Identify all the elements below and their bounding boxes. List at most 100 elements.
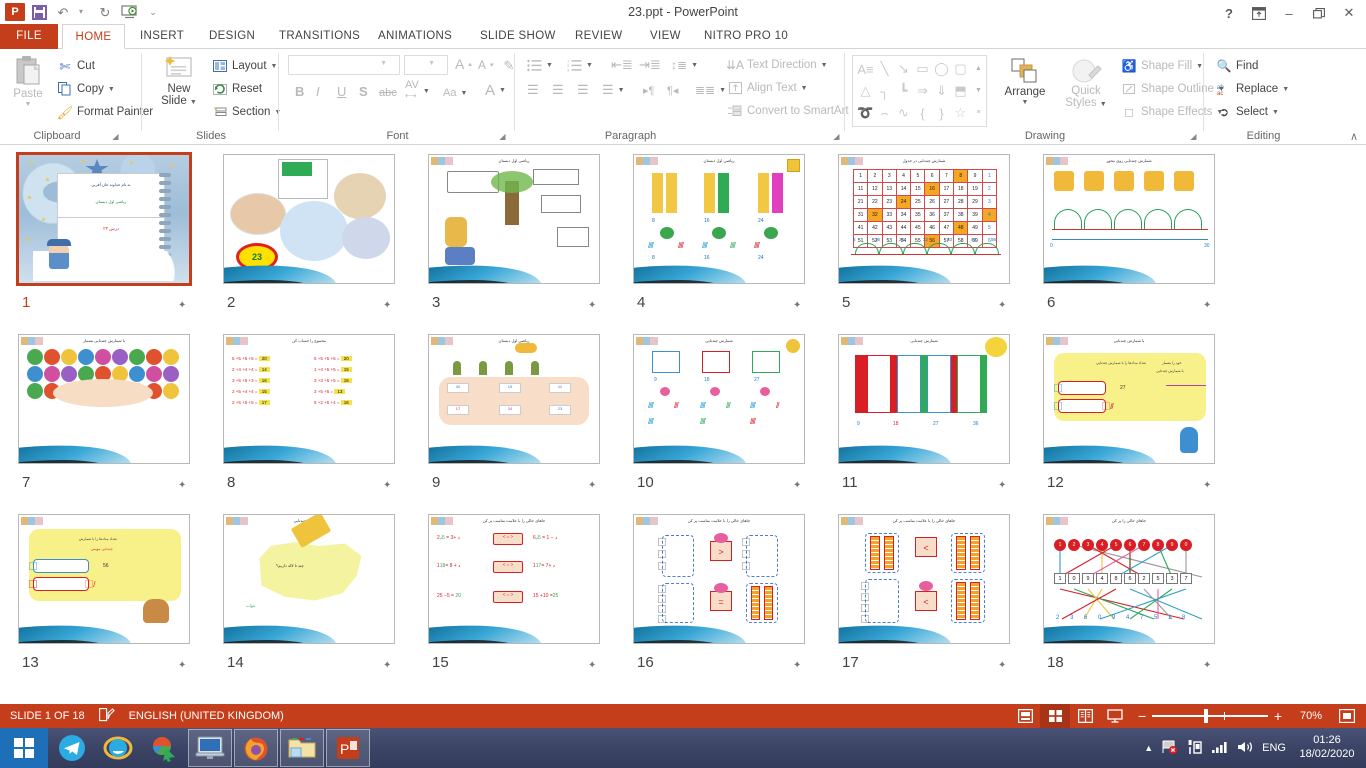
powerpoint-taskbar-icon[interactable]: P	[326, 729, 370, 767]
start-slideshow-icon[interactable]	[118, 2, 140, 22]
zoom-track[interactable]	[1152, 715, 1268, 717]
increase-font-size-button[interactable]: A▴	[452, 53, 475, 75]
paragraph-dialog-launcher[interactable]: ◢	[832, 132, 841, 141]
layout-button[interactable]: Layout ▼	[209, 55, 280, 77]
remote-desktop-icon[interactable]	[188, 729, 232, 767]
shape-right-brace-icon[interactable]: }	[932, 102, 951, 124]
start-button[interactable]	[0, 728, 48, 768]
shape-arrow-icon[interactable]: ↘	[894, 58, 913, 80]
reset-button[interactable]: Reset	[209, 78, 265, 100]
slide-thumbnail-6-image[interactable]: شمارش چندتایی روی محور	[1043, 154, 1215, 284]
quick-styles-button[interactable]: Quick Styles ▼	[1058, 57, 1114, 109]
bold-button[interactable]: B	[292, 80, 307, 102]
rtl-direction-button[interactable]: ¶◂	[664, 79, 681, 101]
tab-view[interactable]: VIEW	[640, 24, 691, 49]
zoom-handle[interactable]	[1204, 709, 1208, 723]
shapes-more-icon[interactable]: ≡	[972, 101, 985, 123]
slide-thumbnail-1-image[interactable]: به نام خداوند جان آفرین ریاضی اول دبستان…	[16, 152, 192, 286]
ltr-direction-button[interactable]: ▸¶	[640, 79, 657, 101]
tab-transitions[interactable]: TRANSITIONS	[269, 24, 370, 49]
slide-thumbnail-2[interactable]: 23 2 ✦	[223, 154, 428, 332]
tab-slide-show[interactable]: SLIDE SHOW	[470, 24, 566, 49]
redo-icon[interactable]: ↻	[94, 2, 116, 22]
character-spacing-button[interactable]: AV⟷ ▼	[402, 80, 433, 102]
slide-thumbnail-2-image[interactable]: 23	[223, 154, 395, 284]
decrease-font-size-button[interactable]: A▾	[475, 54, 497, 76]
animation-star-icon-16[interactable]: ✦	[793, 660, 801, 671]
animation-star-icon-13[interactable]: ✦	[178, 660, 186, 671]
tab-home[interactable]: HOME	[62, 24, 125, 49]
restore-button[interactable]	[1304, 1, 1334, 25]
shape-line-icon[interactable]: ╲	[875, 58, 894, 80]
shape-textbox-icon[interactable]: A≡	[856, 58, 875, 80]
animation-star-icon-9[interactable]: ✦	[588, 480, 596, 491]
animation-star-icon-8[interactable]: ✦	[383, 480, 391, 491]
network-flag-icon[interactable]	[1161, 739, 1179, 758]
slide-thumbnail-18-image[interactable]: جاهای خالی را پر کن	[1043, 514, 1215, 644]
show-hidden-icons-button[interactable]: ▲	[1144, 743, 1153, 753]
shape-curve-icon[interactable]: ∿	[894, 102, 913, 124]
zoom-out-button[interactable]: −	[1138, 708, 1146, 724]
font-color-button[interactable]: A▼	[482, 79, 509, 101]
slideshow-view-button[interactable]	[1100, 704, 1130, 728]
shape-elbow-connector-icon[interactable]: ┐	[875, 80, 894, 102]
slide-thumbnail-8[interactable]: مجموع را حساب کن 5 +5 +5 +5 = 20 2 +4 +4…	[223, 334, 428, 512]
animation-star-icon-17[interactable]: ✦	[998, 660, 1006, 671]
copy-button[interactable]: Copy ▼	[54, 78, 118, 100]
ribbon-display-options-button[interactable]	[1244, 1, 1274, 25]
animation-star-icon-4[interactable]: ✦	[793, 300, 801, 311]
slide-thumbnail-17-image[interactable]: جاهای خالی را با علامت مناسب پر کن < ⃞⃞⃞…	[838, 514, 1010, 644]
fit-slide-icon[interactable]	[1332, 704, 1362, 728]
signal-icon[interactable]	[1211, 740, 1229, 757]
shape-left-brace-icon[interactable]: {	[913, 102, 932, 124]
slide-thumbnail-5-image[interactable]: شمارش چندتایی در جدول 1234567891 1112131…	[838, 154, 1010, 284]
animation-star-icon-1[interactable]: ✦	[178, 300, 186, 311]
align-left-button[interactable]: ☰	[524, 79, 542, 101]
slide-thumbnail-13-image[interactable]: تعداد مدادها را با شمارش چندتایی بنویس ⃞…	[18, 514, 190, 644]
animation-star-icon-2[interactable]: ✦	[383, 300, 391, 311]
find-button[interactable]: 🔍 Find	[1213, 55, 1261, 77]
copy-dropdown-icon[interactable]: ▼	[108, 86, 115, 93]
close-button[interactable]: ✕	[1334, 1, 1364, 25]
font-name-input[interactable]: ▼	[288, 55, 400, 75]
italic-button[interactable]: I	[313, 80, 323, 102]
shape-fill-button[interactable]: ♿ Shape Fill▼	[1118, 55, 1206, 77]
shape-arc-icon[interactable]: ⌢	[875, 102, 894, 124]
slide-thumbnail-9[interactable]: ریاضی اول دبستان 40 19 11 17 34 23 9	[428, 334, 633, 512]
slide-sorter-view-button[interactable]	[1040, 704, 1070, 728]
slide-thumbnail-15-image[interactable]: جاهای خالی را با علامت مناسب پر کن 2د +3…	[428, 514, 600, 644]
clipboard-dialog-launcher[interactable]: ◢	[111, 132, 120, 141]
increase-indent-button[interactable]: ⇥≣	[636, 54, 664, 76]
underline-button[interactable]: U	[334, 80, 349, 102]
customize-quick-access-icon[interactable]: ⌄	[142, 2, 164, 22]
collapse-ribbon-button[interactable]: ∧	[1350, 130, 1358, 143]
new-slide-button[interactable]: New Slide ▼	[153, 55, 205, 107]
section-button[interactable]: Section ▼	[209, 101, 284, 123]
reading-view-button[interactable]	[1070, 704, 1100, 728]
slide-thumbnail-18[interactable]: جاهای خالی را پر کن	[1043, 514, 1248, 692]
replace-button[interactable]: abac Replace▼	[1213, 78, 1292, 100]
zoom-level-label[interactable]: 70%	[1290, 710, 1332, 722]
slide-thumbnail-12[interactable]: با شمارش چندتایی تعداد مدادها را با شمار…	[1043, 334, 1248, 512]
slide-thumbnail-11-image[interactable]: شمارش چندتایی 9 18 2	[838, 334, 1010, 464]
slide-thumbnail-6[interactable]: شمارش چندتایی روی محور	[1043, 154, 1248, 332]
select-button[interactable]: ➲ Select▼	[1213, 101, 1282, 123]
zoom-in-button[interactable]: +	[1274, 708, 1282, 724]
animation-star-icon-7[interactable]: ✦	[178, 480, 186, 491]
animation-star-icon-3[interactable]: ✦	[588, 300, 596, 311]
shapes-scrollbar[interactable]: ▲ ▼ ≡	[972, 57, 985, 125]
slide-thumbnail-3[interactable]: ریاضی اول دبستان 3 ✦	[428, 154, 633, 332]
internet-explorer-icon[interactable]	[96, 729, 140, 767]
slide-thumbnail-14-image[interactable]: با شمارش چندتایی چند تا لاله داریم؟ جواب	[223, 514, 395, 644]
slide-thumbnail-15[interactable]: جاهای خالی را با علامت مناسب پر کن 2د +3…	[428, 514, 633, 692]
align-text-button[interactable]: Align Text▼	[724, 77, 811, 99]
bullets-button[interactable]: ▼	[524, 54, 556, 76]
numbering-button[interactable]: 123 ▼	[564, 54, 596, 76]
animation-star-icon-18[interactable]: ✦	[1203, 660, 1211, 671]
tab-animations[interactable]: ANIMATIONS	[368, 24, 462, 49]
slide-thumbnail-5[interactable]: شمارش چندتایی در جدول 1234567891 1112131…	[838, 154, 1043, 332]
slide-thumbnail-11[interactable]: شمارش چندتایی 9 18 2	[838, 334, 1043, 512]
action-center-icon[interactable]	[1187, 739, 1203, 758]
clock[interactable]: 01:26 18/02/2020	[1294, 734, 1360, 762]
animation-star-icon-5[interactable]: ✦	[998, 300, 1006, 311]
